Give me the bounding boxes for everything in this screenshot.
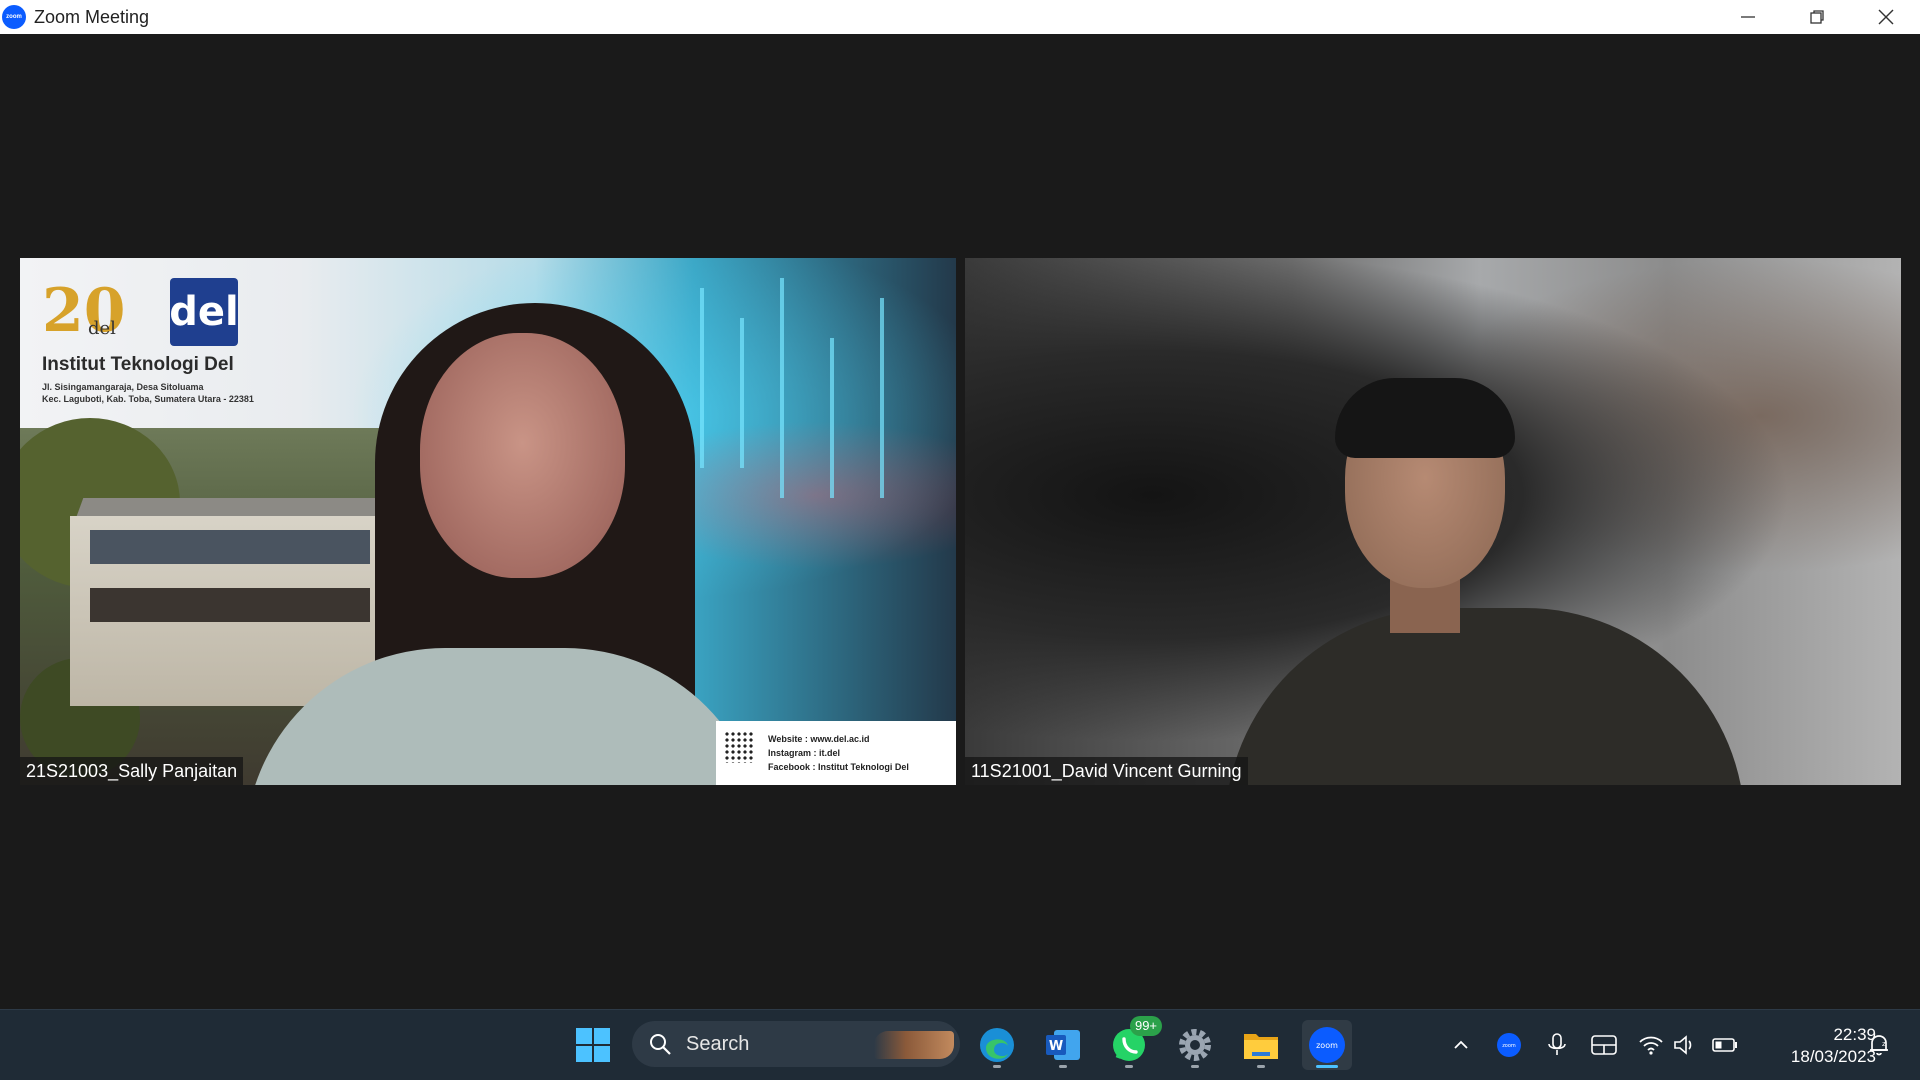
building-window [90, 530, 370, 564]
running-indicator [1257, 1065, 1265, 1068]
tray-battery[interactable] [1710, 1030, 1740, 1060]
screen-layout-icon [1591, 1035, 1617, 1055]
taskbar-zoom[interactable]: zoom [1302, 1020, 1352, 1070]
running-indicator [1125, 1065, 1133, 1068]
search-label: Search [686, 1032, 750, 1055]
participant-video-tile[interactable]: 11S21001_David Vincent Gurning [965, 258, 1901, 785]
participant-name-label: 11S21001_David Vincent Gurning [965, 757, 1248, 785]
minimize-icon [1740, 16, 1755, 18]
zoom-icon: zoom [1309, 1027, 1345, 1063]
wifi-icon [1639, 1036, 1663, 1055]
microphone-icon [1548, 1033, 1566, 1055]
show-hidden-icons-button[interactable] [1446, 1030, 1476, 1060]
running-indicator [993, 1065, 1001, 1068]
building-roof [76, 498, 384, 516]
participant-face [420, 333, 625, 578]
window-controls [1713, 0, 1920, 34]
svg-text:zoom: zoom [1316, 1041, 1338, 1050]
contact-info-box: Website : www.del.ac.id Instagram : it.d… [716, 721, 956, 785]
taskbar-word[interactable]: W [1038, 1020, 1088, 1070]
tray-wifi[interactable] [1636, 1030, 1666, 1060]
edge-icon [980, 1028, 1014, 1062]
speaker-icon [1674, 1035, 1692, 1055]
taskbar-search[interactable]: Search [632, 1021, 960, 1067]
notification-center-button[interactable]: z [1864, 1030, 1894, 1060]
background-decoration [880, 298, 884, 498]
gear-icon [1179, 1029, 1211, 1061]
institution-name: Institut Teknologi Del [42, 354, 234, 375]
active-indicator [1316, 1065, 1338, 1068]
meeting-stage: 20 del del Institut Teknologi Del Jl. Si… [0, 34, 1920, 1009]
facebook-text: Facebook : Institut Teknologi Del [768, 762, 909, 772]
battery-icon [1712, 1038, 1737, 1052]
zoom-tray-icon: zoom [1497, 1033, 1521, 1057]
institution-address-2: Kec. Laguboti, Kab. Toba, Sumatera Utara… [42, 394, 254, 404]
institution-address-1: Jl. Sisingamangaraja, Desa Sitoluama [42, 382, 204, 392]
zoom-app-icon: zoom [2, 5, 26, 29]
word-icon: W [1046, 1030, 1080, 1060]
bell-icon: z [1870, 1035, 1888, 1056]
running-indicator [1059, 1065, 1067, 1068]
tray-microphone[interactable] [1542, 1030, 1572, 1060]
close-button[interactable] [1851, 0, 1920, 34]
windows-taskbar: Search W 99+ zoom zoom 22:39 18/03/2023 … [0, 1009, 1920, 1080]
tray-volume[interactable] [1670, 1030, 1700, 1060]
website-text: Website : www.del.ac.id [768, 734, 870, 744]
svg-text:W: W [1049, 1039, 1063, 1054]
search-highlight-image [874, 1031, 954, 1059]
background-decoration [780, 278, 784, 498]
chevron-up-icon [1454, 1040, 1468, 1049]
restore-button[interactable] [1782, 0, 1851, 34]
svg-text:z: z [1882, 1040, 1886, 1048]
start-button[interactable] [568, 1020, 618, 1070]
background-decoration [740, 318, 744, 468]
participant-hair [1335, 378, 1515, 458]
windows-start-icon [576, 1028, 610, 1062]
restore-icon [1809, 10, 1824, 24]
participant-name-label: 21S21003_Sally Panjaitan [20, 757, 244, 785]
background-decoration [700, 288, 704, 468]
minimize-button[interactable] [1713, 0, 1782, 34]
building-window [90, 588, 370, 622]
tray-tablet-mode[interactable] [1589, 1030, 1619, 1060]
taskbar-edge[interactable] [972, 1020, 1022, 1070]
close-icon [1878, 9, 1893, 25]
tray-zoom[interactable]: zoom [1494, 1030, 1524, 1060]
window-title: Zoom Meeting [34, 6, 150, 27]
anniversary-logo: 20 del [42, 276, 132, 346]
taskbar-settings[interactable] [1170, 1020, 1220, 1070]
taskbar-file-explorer[interactable] [1236, 1020, 1286, 1070]
del-logo: del [169, 278, 239, 346]
notification-badge: 99+ [1130, 1016, 1162, 1036]
instagram-text: Instagram : it.del [768, 748, 841, 758]
search-icon [650, 1034, 671, 1055]
dot-pattern-icon [724, 731, 754, 763]
taskbar-whatsapp[interactable]: 99+ [1104, 1016, 1162, 1070]
participant-video-tile[interactable]: 20 del del Institut Teknologi Del Jl. Si… [20, 258, 956, 785]
folder-icon [1244, 1034, 1278, 1059]
svg-text:zoom: zoom [1502, 1043, 1516, 1049]
background-decoration [830, 338, 834, 498]
running-indicator [1191, 1065, 1199, 1068]
window-titlebar: zoom Zoom Meeting [0, 0, 1920, 34]
